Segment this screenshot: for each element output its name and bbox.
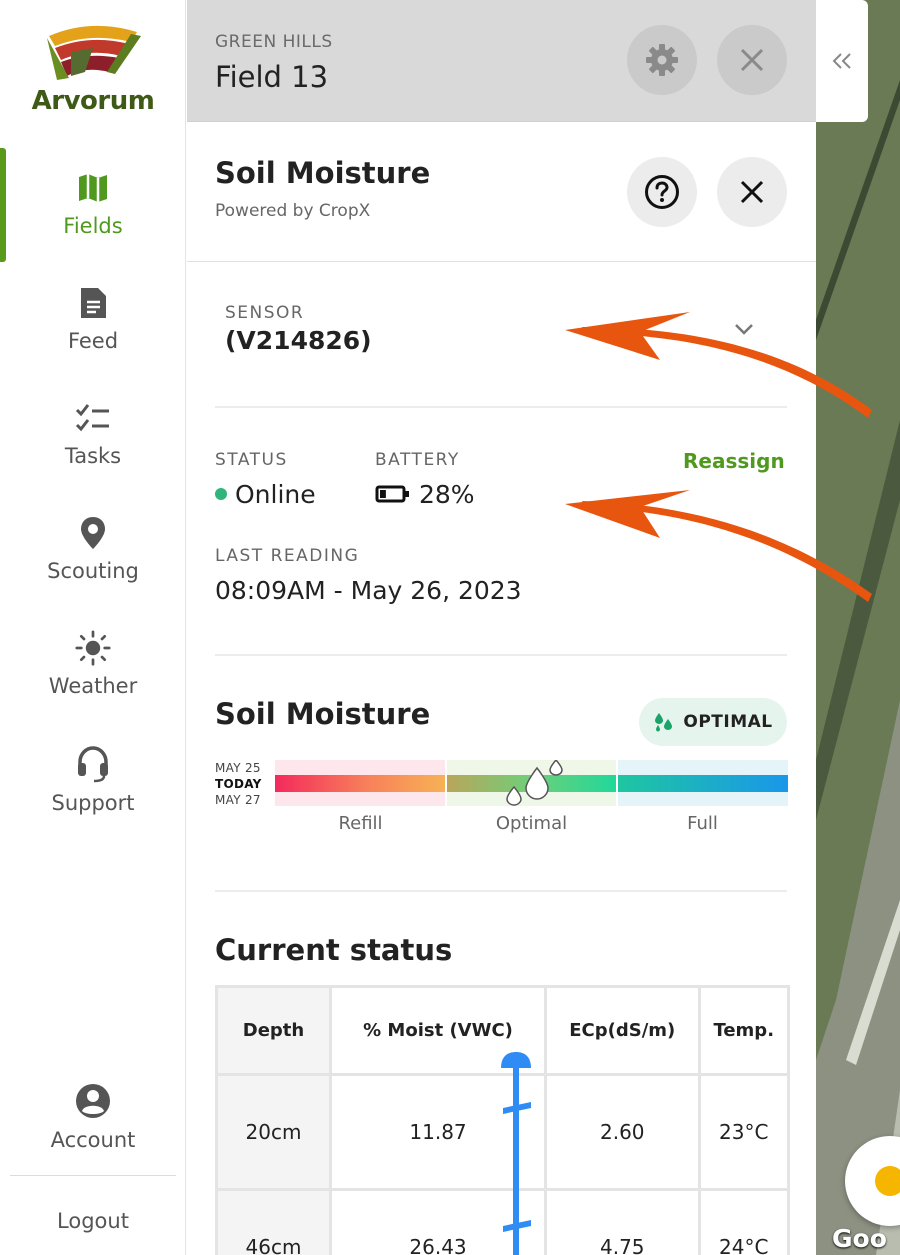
soil-moisture-panel: GREEN HILLS Field 13 Soil Moisture Power… bbox=[187, 0, 816, 1255]
close-panel-button[interactable] bbox=[717, 157, 787, 227]
farm-name: GREEN HILLS bbox=[215, 32, 333, 52]
sidebar-item-label: Scouting bbox=[47, 559, 139, 583]
table-cell: 46cm bbox=[215, 1188, 332, 1255]
status-label: STATUS bbox=[215, 450, 288, 470]
brand-name: Arvorum bbox=[31, 86, 155, 116]
logout-button[interactable]: Logout bbox=[0, 1209, 186, 1233]
account-icon bbox=[76, 1084, 110, 1118]
battery-label: BATTERY bbox=[375, 450, 460, 470]
sidebar-item-label: Feed bbox=[67, 329, 119, 353]
badge-label: OPTIMAL bbox=[683, 712, 773, 732]
zone-label-full: Full bbox=[687, 813, 718, 834]
help-icon bbox=[645, 175, 679, 209]
sensor-value: (V214826) bbox=[225, 326, 372, 355]
divider bbox=[215, 890, 787, 892]
reassign-link[interactable]: Reassign bbox=[683, 449, 785, 473]
collapse-panel-button[interactable] bbox=[816, 0, 868, 122]
field-header: GREEN HILLS Field 13 bbox=[187, 0, 816, 122]
sidebar: Arvorum Fields Feed Tasks Scouting Weath… bbox=[0, 0, 186, 1255]
help-button[interactable] bbox=[627, 157, 697, 227]
logo-icon bbox=[47, 25, 141, 80]
field-name: Field 13 bbox=[215, 60, 329, 94]
zone-label-refill: Refill bbox=[338, 813, 383, 834]
table-cell: 2.60 bbox=[544, 1073, 701, 1191]
sidebar-item-fields[interactable]: Fields bbox=[0, 170, 186, 238]
sidebar-item-label: Weather bbox=[48, 674, 138, 698]
battery-icon bbox=[375, 485, 409, 503]
divider bbox=[215, 406, 787, 408]
sidebar-item-label: Account bbox=[50, 1128, 136, 1152]
close-field-button[interactable] bbox=[717, 25, 787, 95]
close-icon bbox=[740, 48, 764, 72]
map-attribution: Goo bbox=[832, 1224, 887, 1253]
last-reading-label: LAST READING bbox=[215, 546, 360, 566]
location-pin-icon bbox=[81, 517, 105, 549]
last-reading-value: 08:09AM - May 26, 2023 bbox=[215, 576, 522, 605]
sidebar-item-support[interactable]: Support bbox=[0, 745, 186, 815]
sidebar-divider bbox=[10, 1175, 176, 1176]
sun-icon bbox=[75, 630, 111, 666]
sidebar-item-feed[interactable]: Feed bbox=[0, 285, 186, 353]
sidebar-item-label: Support bbox=[51, 791, 135, 815]
date-label: MAY 25 bbox=[215, 761, 261, 775]
refill-band bbox=[275, 775, 446, 792]
sidebar-item-account[interactable]: Account bbox=[0, 1082, 186, 1152]
divider bbox=[215, 654, 787, 656]
depth-timeline bbox=[501, 1052, 531, 1255]
brand-logo[interactable]: Arvorum bbox=[0, 22, 186, 116]
sidebar-item-label: Tasks bbox=[64, 444, 122, 468]
moisture-gauge bbox=[275, 760, 788, 806]
map-icon bbox=[79, 174, 107, 202]
table-cell: 4.75 bbox=[544, 1188, 701, 1255]
sidebar-item-scouting[interactable]: Scouting bbox=[0, 515, 186, 583]
sidebar-item-weather[interactable]: Weather bbox=[0, 630, 186, 698]
satellite-map[interactable] bbox=[816, 0, 900, 1255]
soil-moisture-title: Soil Moisture bbox=[215, 697, 431, 731]
status-text: Online bbox=[235, 480, 316, 509]
document-icon bbox=[81, 288, 106, 318]
column-header-temp: Temp. bbox=[697, 985, 790, 1076]
gear-icon bbox=[646, 44, 678, 76]
battery-text: 28% bbox=[419, 480, 475, 509]
table-cell: 24°C bbox=[697, 1188, 790, 1255]
sensor-label: SENSOR bbox=[225, 303, 305, 323]
water-drops-icon bbox=[655, 713, 673, 732]
date-label: MAY 27 bbox=[215, 793, 261, 807]
column-header-ecp: ECp(dS/m) bbox=[544, 985, 701, 1076]
chevron-down-icon[interactable] bbox=[733, 318, 755, 340]
zone-label-optimal: Optimal bbox=[495, 813, 568, 834]
layer-icon bbox=[875, 1166, 900, 1196]
close-icon bbox=[740, 180, 764, 204]
column-header-depth: Depth bbox=[215, 985, 332, 1076]
sidebar-item-label: Fields bbox=[63, 214, 123, 238]
headset-icon bbox=[78, 746, 108, 783]
table-cell: 20cm bbox=[215, 1073, 332, 1191]
full-band bbox=[617, 775, 788, 792]
table-cell: 23°C bbox=[697, 1073, 790, 1191]
date-label-today: TODAY bbox=[215, 777, 262, 791]
logout-label: Logout bbox=[57, 1209, 129, 1233]
panel-header: Soil Moisture Powered by CropX bbox=[187, 122, 816, 262]
sidebar-item-tasks[interactable]: Tasks bbox=[0, 400, 186, 468]
panel-title: Soil Moisture bbox=[215, 156, 431, 190]
optimal-badge: OPTIMAL bbox=[639, 698, 787, 746]
current-status-title: Current status bbox=[215, 933, 453, 967]
panel-subtitle: Powered by CropX bbox=[215, 201, 371, 221]
settings-button[interactable] bbox=[627, 25, 697, 95]
checklist-icon bbox=[75, 404, 109, 432]
online-indicator-icon bbox=[215, 488, 227, 500]
double-chevron-left-icon bbox=[832, 53, 851, 69]
battery-value: 28% bbox=[375, 480, 475, 509]
status-value: Online bbox=[215, 480, 316, 509]
